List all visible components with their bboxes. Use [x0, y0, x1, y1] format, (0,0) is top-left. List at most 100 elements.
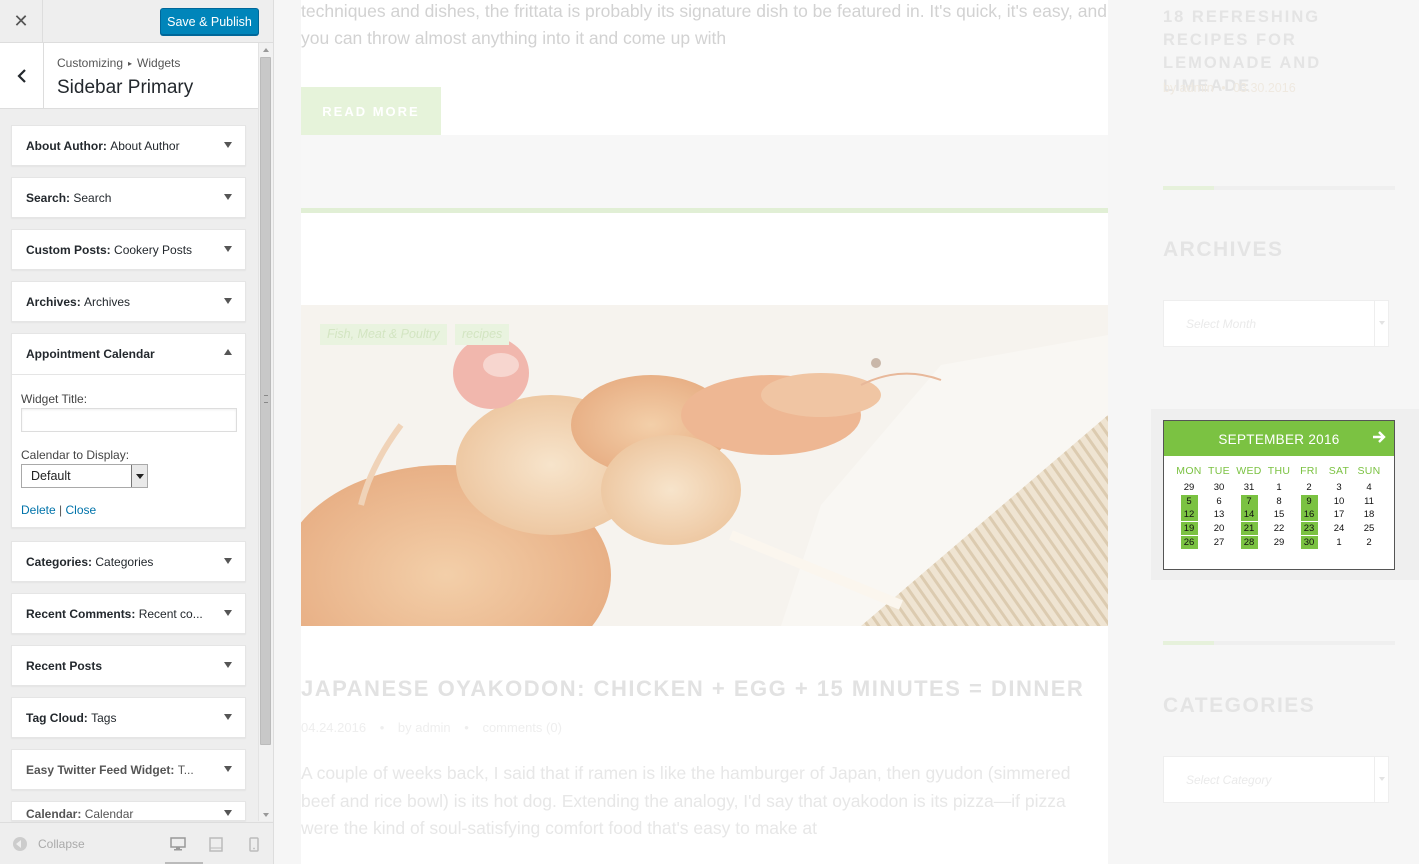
archives-heading: ARCHIVES [1163, 238, 1284, 261]
widget-name: Recent Posts [26, 659, 103, 673]
scrollbar-thumb[interactable] [260, 57, 271, 745]
save-publish-button[interactable]: Save & Publish [160, 8, 259, 35]
calendar-day: 25 [1354, 522, 1384, 535]
post-title[interactable]: JAPANESE OYAKODON: CHICKEN + EGG + 15 MI… [301, 676, 1084, 702]
calendar-available-day[interactable]: 28 [1234, 535, 1264, 549]
calendar-day-header: SUN [1357, 465, 1381, 477]
widget-appointment-calendar[interactable]: Appointment Calendar Widget Title: Calen… [11, 333, 246, 528]
calendar-available-day[interactable]: 5 [1174, 494, 1204, 508]
widget-tag-cloud[interactable]: Tag Cloud: Tags [11, 697, 246, 738]
calendar-day-number: 31 [1243, 482, 1255, 493]
scroll-up-icon[interactable] [263, 48, 269, 52]
calendar-day: 24 [1324, 522, 1354, 535]
widget-name: Tag Cloud: [26, 711, 88, 725]
expand-arrow-icon[interactable] [224, 714, 232, 720]
calendar-day: 4 [1354, 481, 1384, 494]
post-tag[interactable]: recipes [455, 324, 510, 345]
widget-custom-posts[interactable]: Custom Posts: Cookery Posts [11, 229, 246, 270]
post-tag[interactable]: Fish, Meat & Poultry [320, 324, 447, 345]
collapse-icon [13, 837, 27, 851]
calendar-available-day[interactable]: 7 [1234, 494, 1264, 508]
dropdown-arrow-icon[interactable] [1374, 757, 1388, 802]
expand-arrow-icon[interactable] [224, 246, 232, 252]
post-featured-image[interactable]: Fish, Meat & Poultry recipes [301, 305, 1108, 626]
widget-name: Recent Comments: [26, 607, 136, 621]
widget-title-input[interactable] [21, 408, 237, 432]
expand-arrow-icon[interactable] [224, 558, 232, 564]
link-separator: | [59, 503, 63, 517]
desktop-icon [170, 837, 186, 851]
close-customizer-button[interactable]: ✕ [0, 0, 43, 42]
calendar-available-day[interactable]: 12 [1174, 508, 1204, 522]
archives-dropdown[interactable]: Select Month [1163, 300, 1389, 347]
mobile-preview-button[interactable] [249, 837, 265, 852]
desktop-preview-button[interactable] [165, 837, 203, 864]
widget-easy-twitter-feed[interactable]: Easy Twitter Feed Widget: T... [11, 749, 246, 790]
expand-arrow-icon[interactable] [224, 194, 232, 200]
calendar-available-day[interactable]: 21 [1234, 522, 1264, 536]
calendar-available-day[interactable]: 30 [1294, 535, 1324, 549]
calendar-day-number: 6 [1216, 495, 1222, 507]
calendar-day-number: 4 [1366, 482, 1372, 493]
widget-categories[interactable]: Categories: Categories [11, 541, 246, 582]
calendar-day: 13 [1204, 508, 1234, 521]
widget-form: Widget Title: Calendar to Display: Defau… [12, 374, 245, 527]
widget-calendar[interactable]: Calendar: Calendar [11, 801, 246, 821]
next-month-arrow-icon[interactable] [1372, 430, 1386, 444]
delete-widget-link[interactable]: Delete [21, 503, 56, 517]
close-widget-link[interactable]: Close [66, 503, 97, 517]
categories-dropdown[interactable]: Select Category [1163, 756, 1389, 803]
widget-name: Easy Twitter Feed Widget: [26, 763, 175, 777]
expand-arrow-icon[interactable] [224, 662, 232, 668]
dropdown-arrow-icon[interactable] [131, 465, 147, 487]
calendar-available-day[interactable]: 9 [1294, 494, 1324, 508]
calendar-day-number: 27 [1213, 536, 1225, 548]
calendar-available-day[interactable]: 23 [1294, 522, 1324, 536]
tablet-icon [209, 837, 223, 852]
scroll-down-icon[interactable] [263, 813, 269, 817]
calendar-day: 2 [1354, 536, 1384, 549]
calendar-header: SEPTEMBER 2016 [1164, 421, 1394, 456]
calendar-day: 3 [1324, 481, 1354, 494]
breadcrumb-root: Customizing [57, 56, 124, 70]
dropdown-arrow-icon[interactable] [1374, 301, 1388, 346]
calendar-available-day[interactable]: 19 [1174, 522, 1204, 536]
recent-post-author[interactable]: by admin [1163, 81, 1214, 95]
expand-arrow-icon[interactable] [224, 810, 232, 816]
calendar-day-number: 21 [1240, 522, 1258, 536]
sidebar-scrollbar[interactable] [258, 43, 273, 821]
calendar-day-number: 17 [1333, 509, 1345, 521]
calendar-available-day[interactable]: 26 [1174, 535, 1204, 549]
widget-archives[interactable]: Archives: Archives [11, 281, 246, 322]
calendar-day: 29 [1174, 481, 1204, 494]
widget-recent-comments[interactable]: Recent Comments: Recent co... [11, 593, 246, 634]
widget-search[interactable]: Search: Search [11, 177, 246, 218]
widget-name: About Author: [26, 139, 107, 153]
calendar-day: 22 [1264, 522, 1294, 535]
widget-name: Appointment Calendar [26, 347, 155, 361]
expand-arrow-icon[interactable] [224, 610, 232, 616]
archives-placeholder: Select Month [1186, 317, 1257, 331]
calendar-available-day[interactable]: 16 [1294, 508, 1324, 522]
main-content: techniques and dishes, the frittata is p… [301, 0, 1108, 864]
post-comments-link[interactable]: comments (0) [482, 720, 561, 735]
collapse-arrow-icon[interactable] [224, 349, 232, 355]
expand-arrow-icon[interactable] [224, 298, 232, 304]
calendar-display-select[interactable]: Default [21, 464, 148, 488]
tablet-preview-button[interactable] [209, 837, 225, 852]
back-button[interactable] [0, 43, 44, 108]
read-more-button[interactable]: READ MORE [301, 87, 441, 135]
breadcrumb: Customizing ▸ Widgets [57, 56, 180, 70]
calendar-available-day[interactable]: 14 [1234, 508, 1264, 522]
section-header: Customizing ▸ Widgets Sidebar Primary [0, 43, 258, 109]
mobile-icon [249, 837, 259, 852]
expand-arrow-icon[interactable] [224, 766, 232, 772]
collapse-button[interactable]: Collapse [13, 837, 85, 851]
widget-about-author[interactable]: About Author: About Author [11, 125, 246, 166]
meta-bullet: • [464, 720, 469, 735]
calendar-day-header: WED [1236, 465, 1262, 477]
widget-subtitle: Tags [91, 711, 117, 725]
expand-arrow-icon[interactable] [224, 142, 232, 148]
widget-recent-posts[interactable]: Recent Posts [11, 645, 246, 686]
post-author-link[interactable]: by admin [398, 720, 451, 735]
